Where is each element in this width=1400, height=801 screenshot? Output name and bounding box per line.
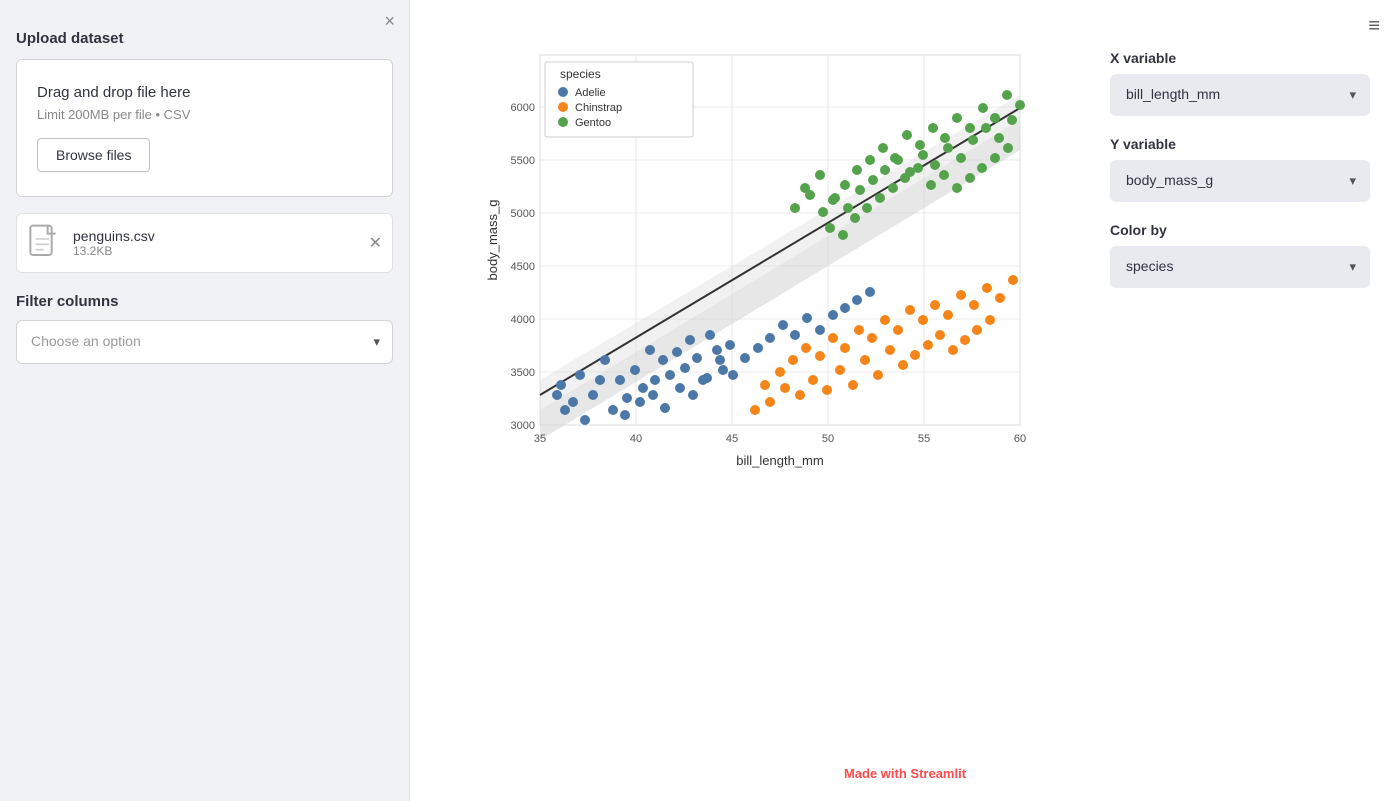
svg-text:55: 55 [918,433,930,445]
chevron-down-icon: ▾ [1349,259,1356,275]
x-axis-label: bill_length_mm [736,453,823,468]
scatter-plot: 3000 3500 4000 4500 5000 5500 6000 35 40… [485,40,1045,480]
upload-label: Upload dataset [16,30,393,47]
upload-zone: Drag and drop file here Limit 200MB per … [16,59,393,197]
controls-panel: X variable bill_length_mm ▾ Y variable b… [1090,40,1370,288]
hamburger-button[interactable]: ≡ [1368,16,1380,36]
svg-text:60: 60 [1014,433,1026,445]
chevron-down-icon: ▾ [373,334,380,350]
svg-text:5000: 5000 [511,208,535,220]
footer-brand: Streamlit [910,766,966,781]
scatter-plot-wrap: 3000 3500 4000 4500 5000 5500 6000 35 40… [440,40,1090,480]
main-content: ≡ [410,0,1400,801]
file-remove-button[interactable]: ✕ [369,233,382,253]
y-axis-label: body_mass_g [485,200,500,281]
svg-text:45: 45 [726,433,738,445]
legend-title: species [560,67,601,81]
y-variable-label: Y variable [1110,136,1370,152]
file-info: penguins.csv 13.2KB [73,228,380,258]
svg-text:3000: 3000 [511,420,535,432]
legend-gentoo: Gentoo [575,117,611,129]
svg-text:4500: 4500 [511,261,535,273]
sidebar: × Upload dataset Drag and drop file here… [0,0,410,801]
svg-text:3500: 3500 [511,367,535,379]
color-by-select-wrapper[interactable]: species ▾ [1110,246,1370,288]
chart-container: 3000 3500 4000 4500 5000 5500 6000 35 40… [440,40,1370,781]
svg-text:6000: 6000 [511,102,535,114]
chevron-down-icon: ▾ [1349,173,1356,189]
svg-text:4000: 4000 [511,314,535,326]
footer-text-before: Made with [844,766,910,781]
file-name: penguins.csv [73,228,380,244]
filter-select[interactable]: Choose an option [31,333,352,349]
drag-subtitle: Limit 200MB per file • CSV [37,107,372,122]
close-button[interactable]: × [384,12,395,30]
svg-text:40: 40 [630,433,642,445]
svg-text:35: 35 [534,433,546,445]
drag-title: Drag and drop file here [37,84,372,101]
legend-chinstrap: Chinstrap [575,102,622,114]
filter-select-wrapper[interactable]: Choose an option ▾ [16,320,393,364]
x-variable-select[interactable]: bill_length_mm [1126,86,1330,102]
file-item: penguins.csv 13.2KB ✕ [16,213,393,273]
svg-text:50: 50 [822,433,834,445]
file-size: 13.2KB [73,244,380,258]
color-by-select[interactable]: species [1126,258,1330,274]
chevron-down-icon: ▾ [1349,87,1356,103]
legend-adelie: Adelie [575,87,606,99]
color-by-label: Color by [1110,222,1370,238]
footer: Made with Streamlit [844,766,966,781]
svg-text:5500: 5500 [511,155,535,167]
filter-label: Filter columns [16,293,393,310]
file-icon [29,224,61,262]
x-variable-select-wrapper[interactable]: bill_length_mm ▾ [1110,74,1370,116]
y-variable-select[interactable]: body_mass_g [1126,172,1330,188]
x-variable-label: X variable [1110,50,1370,66]
browse-files-button[interactable]: Browse files [37,138,150,172]
y-variable-select-wrapper[interactable]: body_mass_g ▾ [1110,160,1370,202]
